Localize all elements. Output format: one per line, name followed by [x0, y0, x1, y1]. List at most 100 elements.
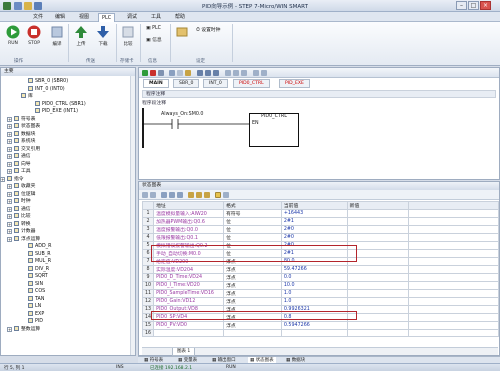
- pencil-icon[interactable]: [215, 192, 221, 198]
- address-cell[interactable]: [153, 328, 225, 338]
- tree-item[interactable]: 计数器: [14, 228, 35, 235]
- tab-pid-exe[interactable]: PID_EXE: [279, 79, 310, 88]
- new-value-cell[interactable]: [346, 209, 410, 218]
- tree-item[interactable]: 转换: [14, 220, 31, 228]
- compile-button[interactable]: 编译: [48, 25, 66, 47]
- monitor-icon[interactable]: [169, 70, 175, 76]
- table-row[interactable]: 8 实际温度:VD204 浮点 59.47266: [141, 265, 499, 274]
- current-value-cell[interactable]: 0.0: [280, 273, 348, 282]
- tab-tools[interactable]: 工具: [148, 13, 164, 22]
- tree-item[interactable]: PID0_CTRL (SBR1): [35, 100, 86, 108]
- tree-item[interactable]: 符号表: [14, 115, 35, 123]
- tree-item[interactable]: 时钟: [14, 198, 31, 205]
- current-value-cell[interactable]: 10.0: [280, 281, 348, 290]
- tree-item[interactable]: 指令: [7, 175, 24, 183]
- tree-item[interactable]: 位逻辑: [14, 190, 35, 198]
- new-value-cell[interactable]: [346, 289, 410, 298]
- tree-item[interactable]: 通信: [14, 153, 31, 160]
- network-icon[interactable]: [241, 70, 247, 76]
- tree-item[interactable]: 浮点运算: [14, 235, 40, 243]
- format-cell[interactable]: 浮点: [223, 281, 282, 290]
- tree-expander[interactable]: +: [7, 131, 12, 137]
- tab-pid0-ctrl[interactable]: PID0_CTRL: [233, 79, 270, 88]
- format-cell[interactable]: 浮点: [223, 273, 282, 282]
- format-cell[interactable]: [223, 328, 282, 338]
- program-comment[interactable]: 程序注释: [142, 90, 496, 98]
- refresh-icon[interactable]: [177, 70, 183, 76]
- address-cell[interactable]: 加热器PWM输出:Q0.6: [153, 217, 225, 226]
- table-row[interactable]: 2 加热器PWM输出:Q0.6 位 2#1: [141, 217, 499, 226]
- new-value-cell[interactable]: [346, 225, 410, 234]
- project-tree-scrollbar[interactable]: [130, 76, 135, 355]
- table-row[interactable]: 9 PID0_D_Time:VD24 浮点 0.0: [141, 273, 499, 282]
- tree-item[interactable]: SUB_R: [28, 250, 51, 258]
- stop-button[interactable]: STOP: [25, 25, 43, 46]
- format-cell[interactable]: 有符号: [223, 209, 282, 218]
- table-row[interactable]: 12 PID0_Gain:VD12 浮点 1.0: [141, 297, 499, 306]
- tree-item[interactable]: PID_EXE (INT1): [35, 108, 78, 115]
- tab-edit[interactable]: 编辑: [52, 13, 68, 22]
- tree-item[interactable]: 比较: [14, 213, 31, 220]
- run-icon[interactable]: [142, 70, 148, 76]
- tree-item[interactable]: 库: [21, 93, 33, 100]
- save-icon[interactable]: [34, 2, 42, 10]
- current-value-cell[interactable]: 2#0: [280, 225, 348, 234]
- tree-expander[interactable]: +: [7, 229, 12, 234]
- compare-button[interactable]: 比较: [119, 25, 137, 47]
- tree-expander[interactable]: +: [7, 236, 12, 242]
- add-row-icon[interactable]: [142, 192, 148, 198]
- tree-item[interactable]: LN: [28, 303, 41, 310]
- tab-sbr0[interactable]: SBR_0: [173, 79, 200, 88]
- tree-expander[interactable]: +: [7, 124, 12, 129]
- download-button[interactable]: 下载: [94, 25, 112, 47]
- insert-icon[interactable]: [185, 70, 191, 76]
- current-value-cell[interactable]: 0.5947266: [280, 321, 348, 330]
- set-clock-button[interactable]: ⏱ 设置时钟: [196, 26, 220, 33]
- tree-item[interactable]: EXP: [28, 310, 44, 318]
- tab-help[interactable]: 帮助: [172, 13, 188, 22]
- tree-expander[interactable]: +: [0, 176, 5, 182]
- erase-button[interactable]: [173, 25, 191, 41]
- step-icon[interactable]: [158, 70, 164, 76]
- tree-item[interactable]: ADD_R: [28, 243, 51, 250]
- new-value-cell[interactable]: [346, 328, 410, 338]
- tree-expander[interactable]: +: [7, 191, 12, 197]
- new-value-cell[interactable]: [346, 233, 410, 242]
- address-cell[interactable]: PID0_Gain:VD12: [153, 297, 225, 306]
- format-cell[interactable]: 浮点: [223, 297, 282, 306]
- table-row[interactable]: 1 温度模拟量输入:AIW20 有符号 +16443: [141, 209, 499, 218]
- format-icon[interactable]: [223, 192, 229, 198]
- current-value-cell[interactable]: +16443: [280, 209, 348, 218]
- unforce-all-icon[interactable]: [204, 192, 210, 198]
- format-cell[interactable]: 浮点: [223, 289, 282, 298]
- tree-item[interactable]: 系统块: [14, 138, 35, 145]
- address-cell[interactable]: PID0_D_Time:VD24: [153, 273, 225, 282]
- table-row[interactable]: 16: [141, 328, 499, 338]
- format-cell[interactable]: 浮点: [223, 265, 282, 274]
- tree-item[interactable]: MUL_R: [28, 258, 51, 265]
- tree-expander[interactable]: +: [7, 206, 12, 212]
- coil-icon[interactable]: [205, 70, 211, 76]
- address-cell[interactable]: PID0_I_Time:VD20: [153, 281, 225, 290]
- new-value-cell[interactable]: [346, 273, 410, 282]
- address-cell[interactable]: 温度模拟量输入:AIW20: [153, 209, 225, 218]
- tab-plc[interactable]: PLC: [98, 13, 116, 22]
- tab-main[interactable]: MAIN: [143, 79, 169, 88]
- table-row[interactable]: 3 温度报警输出:Q0.0 位 2#0: [141, 225, 499, 234]
- tree-item[interactable]: 状态图表: [14, 123, 40, 130]
- app-icon[interactable]: [3, 2, 11, 10]
- upload-button[interactable]: 上传: [72, 25, 90, 47]
- pid0-ctrl-box[interactable]: PID0_CTRL EN: [249, 113, 299, 147]
- minimize-button[interactable]: –: [456, 1, 467, 10]
- tree-item[interactable]: 数据块: [14, 130, 35, 138]
- plc-info-button[interactable]: ▣ PLC: [146, 26, 161, 31]
- info-button[interactable]: ▣ 信息: [146, 36, 162, 43]
- current-value-cell[interactable]: 1.0: [280, 289, 348, 298]
- table-row[interactable]: 15 PID0_PV:VD0 浮点 0.5947266: [141, 321, 499, 330]
- tree-expander[interactable]: +: [7, 116, 12, 122]
- new-value-cell[interactable]: [346, 217, 410, 226]
- new-value-cell[interactable]: [346, 281, 410, 290]
- address-cell[interactable]: 实际温度:VD204: [153, 265, 225, 274]
- new-icon[interactable]: [14, 2, 22, 10]
- format-cell[interactable]: 位: [223, 225, 282, 234]
